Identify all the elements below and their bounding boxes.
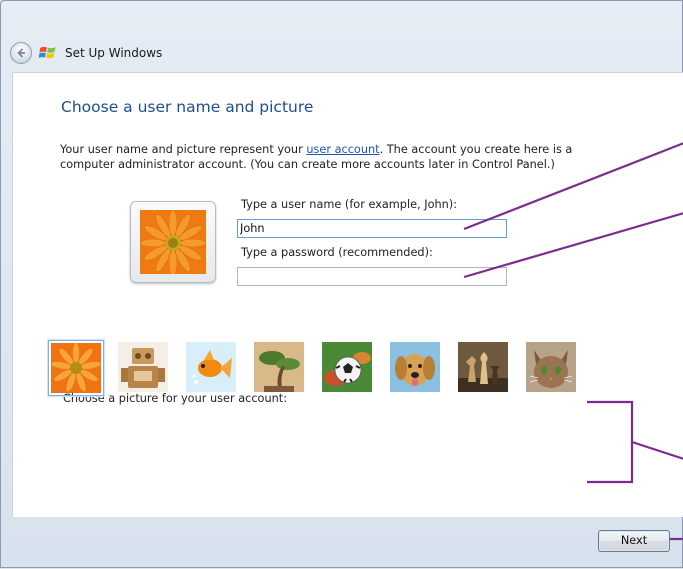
picture-choices — [48, 340, 608, 400]
picture-option-kitten[interactable] — [524, 340, 580, 396]
picture-option-flower[interactable] — [48, 340, 104, 396]
user-account-link[interactable]: user account — [306, 143, 379, 156]
intro-text: Your user name and picture represent you… — [60, 142, 620, 172]
footer-bar: Next — [12, 517, 683, 569]
username-input[interactable] — [237, 219, 507, 238]
next-button[interactable]: Next — [598, 530, 670, 552]
intro-text-start: Your user name and picture represent you… — [60, 143, 307, 156]
dog-icon — [390, 342, 440, 392]
back-arrow-icon — [17, 48, 25, 58]
back-button[interactable] — [10, 42, 32, 64]
username-label: Type a user name (for example, John): — [241, 198, 458, 211]
kitten-icon — [526, 342, 576, 392]
windows-logo-icon — [39, 46, 56, 59]
setup-window: Set Up Windows Choose a user name and pi… — [0, 0, 683, 568]
picture-option-robot[interactable] — [116, 340, 172, 396]
soccer-ball-icon — [322, 342, 372, 392]
flower-picture — [140, 210, 206, 274]
window-title: Set Up Windows — [65, 46, 163, 60]
password-input[interactable] — [237, 267, 507, 286]
content-panel: Choose a user name and picture Your user… — [12, 72, 683, 517]
goldfish-icon — [186, 342, 236, 392]
password-label: Type a password (recommended): — [241, 246, 433, 259]
robot-icon — [118, 342, 168, 392]
picture-option-bonsai[interactable] — [252, 340, 308, 396]
picture-option-soccer-ball[interactable] — [320, 340, 376, 396]
selected-picture-preview — [130, 201, 216, 283]
bonsai-icon — [254, 342, 304, 392]
chess-icon — [458, 342, 508, 392]
picture-option-chess[interactable] — [456, 340, 512, 396]
flower-icon — [51, 343, 101, 393]
page-title: Choose a user name and picture — [61, 98, 314, 116]
picture-option-dog[interactable] — [388, 340, 444, 396]
picture-option-goldfish[interactable] — [184, 340, 240, 396]
